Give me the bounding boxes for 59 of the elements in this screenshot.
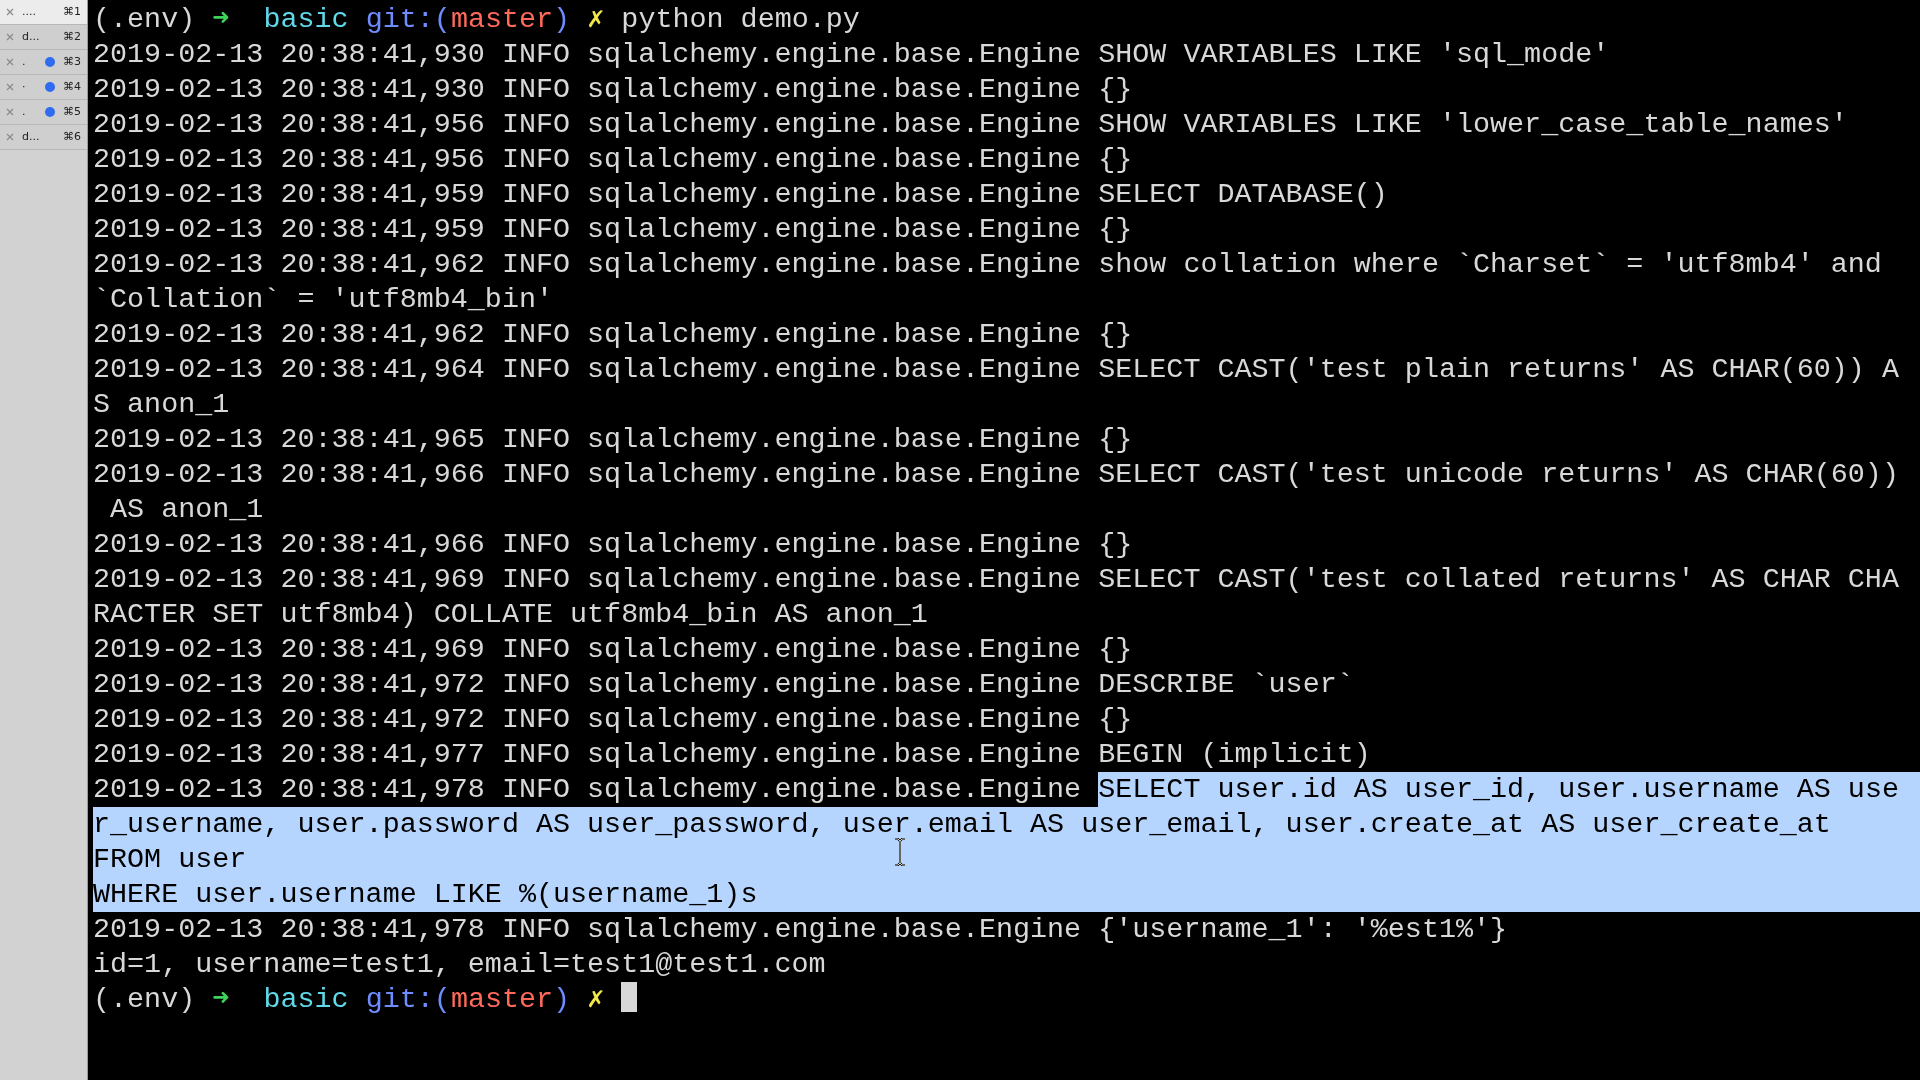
command-text: python demo.py (621, 3, 860, 36)
shortcut-label: ⌘1 (63, 3, 81, 20)
terminal-line: 2019-02-13 20:38:41,930 INFO sqlalchemy.engine.base.Engine {} (93, 72, 1134, 107)
close-icon[interactable] (6, 133, 14, 141)
tab-label: d... (22, 128, 40, 145)
git-status: git:(master) (365, 3, 571, 36)
terminal-line: 2019-02-13 20:38:41,964 INFO sqlalchemy.engine.base.Engine SELECT CAST('test plain returns' AS CHAR(60)) A (93, 352, 1900, 387)
close-icon[interactable] (6, 108, 14, 116)
prompt-directory: basic (263, 3, 349, 36)
terminal-line: 2019-02-13 20:38:41,972 INFO sqlalchemy.engine.base.Engine DESCRIBE `user` (93, 667, 1355, 702)
terminal-line: 2019-02-13 20:38:41,978 INFO sqlalchemy.engine.base.Engine (93, 772, 1083, 807)
terminal-line: 2019-02-13 20:38:41,962 INFO sqlalchemy.engine.base.Engine show collation where `Charset` = 'utf8mb4' and (93, 247, 1883, 282)
shortcut-label: ⌘2 (63, 28, 81, 45)
activity-dot-icon (45, 82, 55, 92)
terminal-line: AS anon_1 (109, 492, 265, 527)
selected-text: SELECT user.id AS user_id, user.username AS use (1098, 772, 1920, 807)
close-icon[interactable] (6, 58, 14, 66)
prompt-arrow: ➜ (212, 983, 230, 1016)
prompt-env: (.env) (93, 983, 196, 1016)
close-icon[interactable] (6, 83, 14, 91)
terminal-line: 2019-02-13 20:38:41,959 INFO sqlalchemy.engine.base.Engine {} (93, 212, 1134, 247)
tab-label: · (22, 78, 26, 95)
shortcut-label: ⌘5 (63, 103, 81, 120)
tab-label: . (22, 53, 26, 70)
shortcut-label: ⌘4 (63, 78, 81, 95)
tab-label: .... (22, 3, 36, 20)
terminal-line: 2019-02-13 20:38:41,956 INFO sqlalchemy.engine.base.Engine SHOW VARIABLES LIKE 'lower_case_table_names' (93, 107, 1849, 142)
terminal-line: 2019-02-13 20:38:41,956 INFO sqlalchemy.engine.base.Engine {} (93, 142, 1134, 177)
prompt-directory: basic (263, 983, 349, 1016)
terminal-line: 2019-02-13 20:38:41,969 INFO sqlalchemy.engine.base.Engine SELECT CAST('test collated returns' AS CHAR CHA (93, 562, 1900, 597)
terminal-line: 2019-02-13 20:38:41,965 INFO sqlalchemy.engine.base.Engine {} (93, 422, 1134, 457)
terminal-line: 2019-02-13 20:38:41,977 INFO sqlalchemy.engine.base.Engine BEGIN (implicit) (93, 737, 1372, 772)
text-cursor-icon (894, 838, 906, 866)
tab-label: . (22, 103, 26, 120)
terminal-line: 2019-02-13 20:38:41,966 INFO sqlalchemy.engine.base.Engine SELECT CAST('test unicode returns' AS CHAR(60)) (93, 457, 1900, 492)
shortcut-label: ⌘6 (63, 128, 81, 145)
terminal-line: id=1, username=test1, email=test1@test1.com (93, 947, 827, 982)
dirty-mark: ✗ (587, 3, 605, 36)
terminal-line: 2019-02-13 20:38:41,972 INFO sqlalchemy.engine.base.Engine {} (93, 702, 1134, 737)
terminal-line: 2019-02-13 20:38:41,969 INFO sqlalchemy.engine.base.Engine {} (93, 632, 1134, 667)
close-icon[interactable] (6, 8, 14, 16)
shortcut-label: ⌘3 (63, 53, 81, 70)
close-icon[interactable] (6, 33, 14, 41)
terminal-tab[interactable]: .... ⌘1 (0, 0, 87, 25)
tab-label: d... (22, 28, 40, 45)
terminal-line: 2019-02-13 20:38:41,966 INFO sqlalchemy.engine.base.Engine {} (93, 527, 1134, 562)
terminal-line: RACTER SET utf8mb4) COLLATE utf8mb4_bin AS anon_1 (93, 597, 929, 632)
terminal-line: S anon_1 (93, 387, 231, 422)
terminal-line: 2019-02-13 20:38:41,962 INFO sqlalchemy.engine.base.Engine {} (93, 317, 1134, 352)
terminal-line: 2019-02-13 20:38:41,930 INFO sqlalchemy.engine.base.Engine SHOW VARIABLES LIKE 'sql_mode' (93, 37, 1611, 72)
terminal-line: `Collation` = 'utf8mb4_bin' (93, 282, 554, 317)
dirty-mark: ✗ (587, 983, 605, 1016)
activity-dot-icon (45, 57, 55, 67)
git-status: git:(master) (365, 983, 571, 1016)
prompt-arrow: ➜ (212, 3, 230, 36)
terminal-line: 2019-02-13 20:38:41,978 INFO sqlalchemy.engine.base.Engine {'username_1': '%est1%'} (93, 912, 1509, 947)
terminal-line: 2019-02-13 20:38:41,959 INFO sqlalchemy.engine.base.Engine SELECT DATABASE() (93, 177, 1389, 212)
activity-dot-icon (45, 107, 55, 117)
prompt-env: (.env) (93, 3, 196, 36)
